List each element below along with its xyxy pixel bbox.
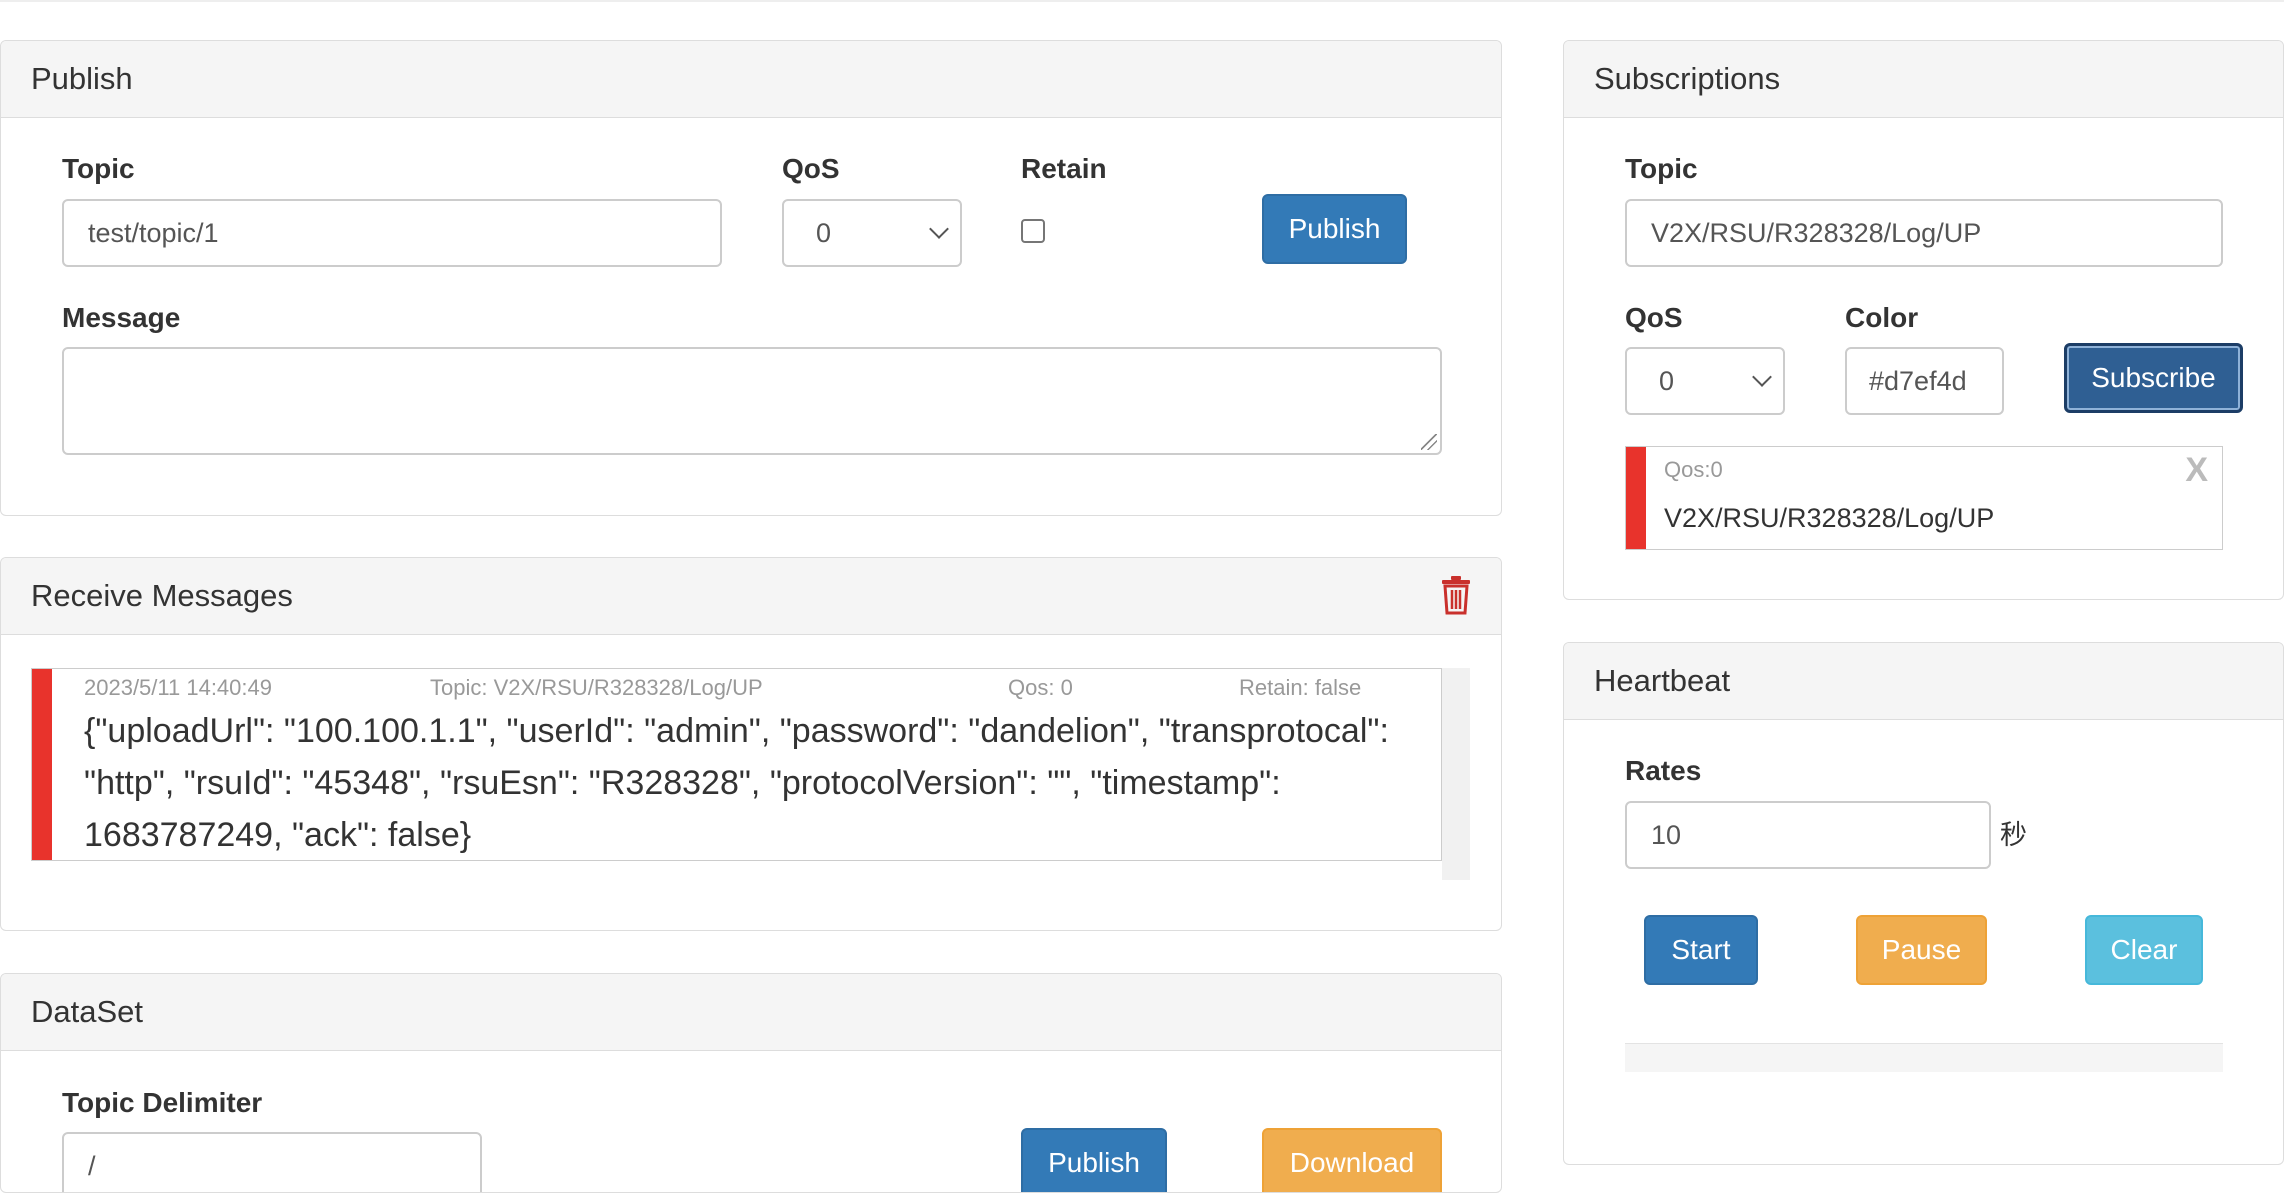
publish-topic-input[interactable]: test/topic/1 [62, 199, 722, 267]
publish-topic-value: test/topic/1 [88, 218, 219, 248]
rates-unit: 秒 [2000, 820, 2027, 851]
close-icon[interactable]: X [2185, 451, 2208, 490]
publish-panel-heading: Publish [1, 41, 1501, 118]
subscription-color-bar [1626, 447, 1646, 549]
subscriptions-title: Subscriptions [1594, 61, 1781, 96]
retain-label: Retain [1021, 153, 1107, 184]
publish-title: Publish [31, 61, 133, 96]
message-qos: Qos: 0 [1008, 675, 1073, 700]
heartbeat-panel-heading: Heartbeat [1564, 643, 2283, 720]
color-input[interactable]: #d7ef4d [1845, 347, 2004, 415]
message-body: {"uploadUrl": "100.100.1.1", "userId": "… [84, 712, 1389, 854]
messages-scrollbar[interactable] [1442, 668, 1470, 880]
retain-checkbox[interactable] [1021, 219, 1045, 243]
subscription-qos: Qos:0 [1664, 457, 1723, 482]
topic-delimiter-label: Topic Delimiter [62, 1087, 263, 1118]
message-retain: Retain: false [1239, 675, 1362, 700]
receive-panel: Receive Messages 2023/5/11 14:40:49 Topi… [0, 557, 1502, 931]
heartbeat-title: Heartbeat [1594, 663, 1731, 698]
message-time: 2023/5/11 14:40:49 [84, 675, 272, 700]
download-button[interactable]: Download [1262, 1128, 1442, 1192]
message-label: Message [62, 302, 181, 333]
color-value: #d7ef4d [1869, 366, 1967, 396]
color-label: Color [1845, 302, 1919, 333]
message-topic: Topic: V2X/RSU/R328328/Log/UP [430, 675, 763, 700]
chevron-down-icon [929, 219, 949, 239]
clear-button[interactable]: Clear [2085, 915, 2203, 985]
subscribe-topic-value: V2X/RSU/R328328/Log/UP [1651, 218, 1982, 248]
subscribe-topic-input[interactable]: V2X/RSU/R328328/Log/UP [1625, 199, 2223, 267]
publish-qos-value: 0 [816, 218, 832, 248]
publish-panel: Publish Topic test/topic/1 QoS 0 Retain … [0, 40, 1502, 516]
rates-input[interactable]: 10 [1625, 801, 1991, 869]
chevron-down-icon [1752, 367, 1772, 387]
subscribe-qos-label: QoS [1625, 302, 1683, 333]
receive-title: Receive Messages [31, 578, 293, 613]
subscriptions-panel: Subscriptions Topic V2X/RSU/R328328/Log/… [1563, 40, 2284, 600]
rates-value: 10 [1651, 820, 1682, 850]
dataset-panel: DataSet Topic Delimiter / Publish Downlo… [0, 973, 1502, 1193]
dataset-publish-button[interactable]: Publish [1021, 1128, 1167, 1192]
publish-qos-select[interactable]: 0 [782, 199, 962, 267]
message-color-bar [32, 669, 52, 860]
subscribe-button[interactable]: Subscribe [2064, 343, 2243, 413]
subscriptions-panel-heading: Subscriptions [1564, 41, 2283, 118]
publish-button[interactable]: Publish [1262, 194, 1407, 264]
publish-topic-label: Topic [62, 153, 135, 184]
topic-delimiter-input[interactable]: / [62, 1132, 482, 1192]
subscribe-qos-value: 0 [1659, 366, 1675, 396]
message-item: 2023/5/11 14:40:49 Topic: V2X/RSU/R32832… [31, 668, 1442, 861]
subscription-topic: V2X/RSU/R328328/Log/UP [1664, 503, 1995, 533]
heartbeat-log [1625, 1043, 2223, 1072]
topic-delimiter-value: / [88, 1151, 96, 1181]
subscribe-qos-select[interactable]: 0 [1625, 347, 1785, 415]
publish-qos-label: QoS [782, 153, 840, 184]
dataset-panel-heading: DataSet [1, 974, 1501, 1051]
message-textarea[interactable] [62, 347, 1442, 455]
start-button[interactable]: Start [1644, 915, 1758, 985]
trash-icon[interactable] [1441, 575, 1471, 615]
subscribe-topic-label: Topic [1625, 153, 1698, 184]
pause-button[interactable]: Pause [1856, 915, 1987, 985]
top-divider [0, 0, 2284, 2]
resize-grip-icon[interactable] [1421, 434, 1437, 450]
heartbeat-panel: Heartbeat Rates 10 秒 Start Pause Clear [1563, 642, 2284, 1165]
subscription-item[interactable]: Qos:0 V2X/RSU/R328328/Log/UP X [1625, 446, 2223, 550]
receive-panel-heading: Receive Messages [1, 558, 1501, 635]
dataset-title: DataSet [31, 994, 144, 1029]
rates-label: Rates [1625, 755, 1702, 786]
